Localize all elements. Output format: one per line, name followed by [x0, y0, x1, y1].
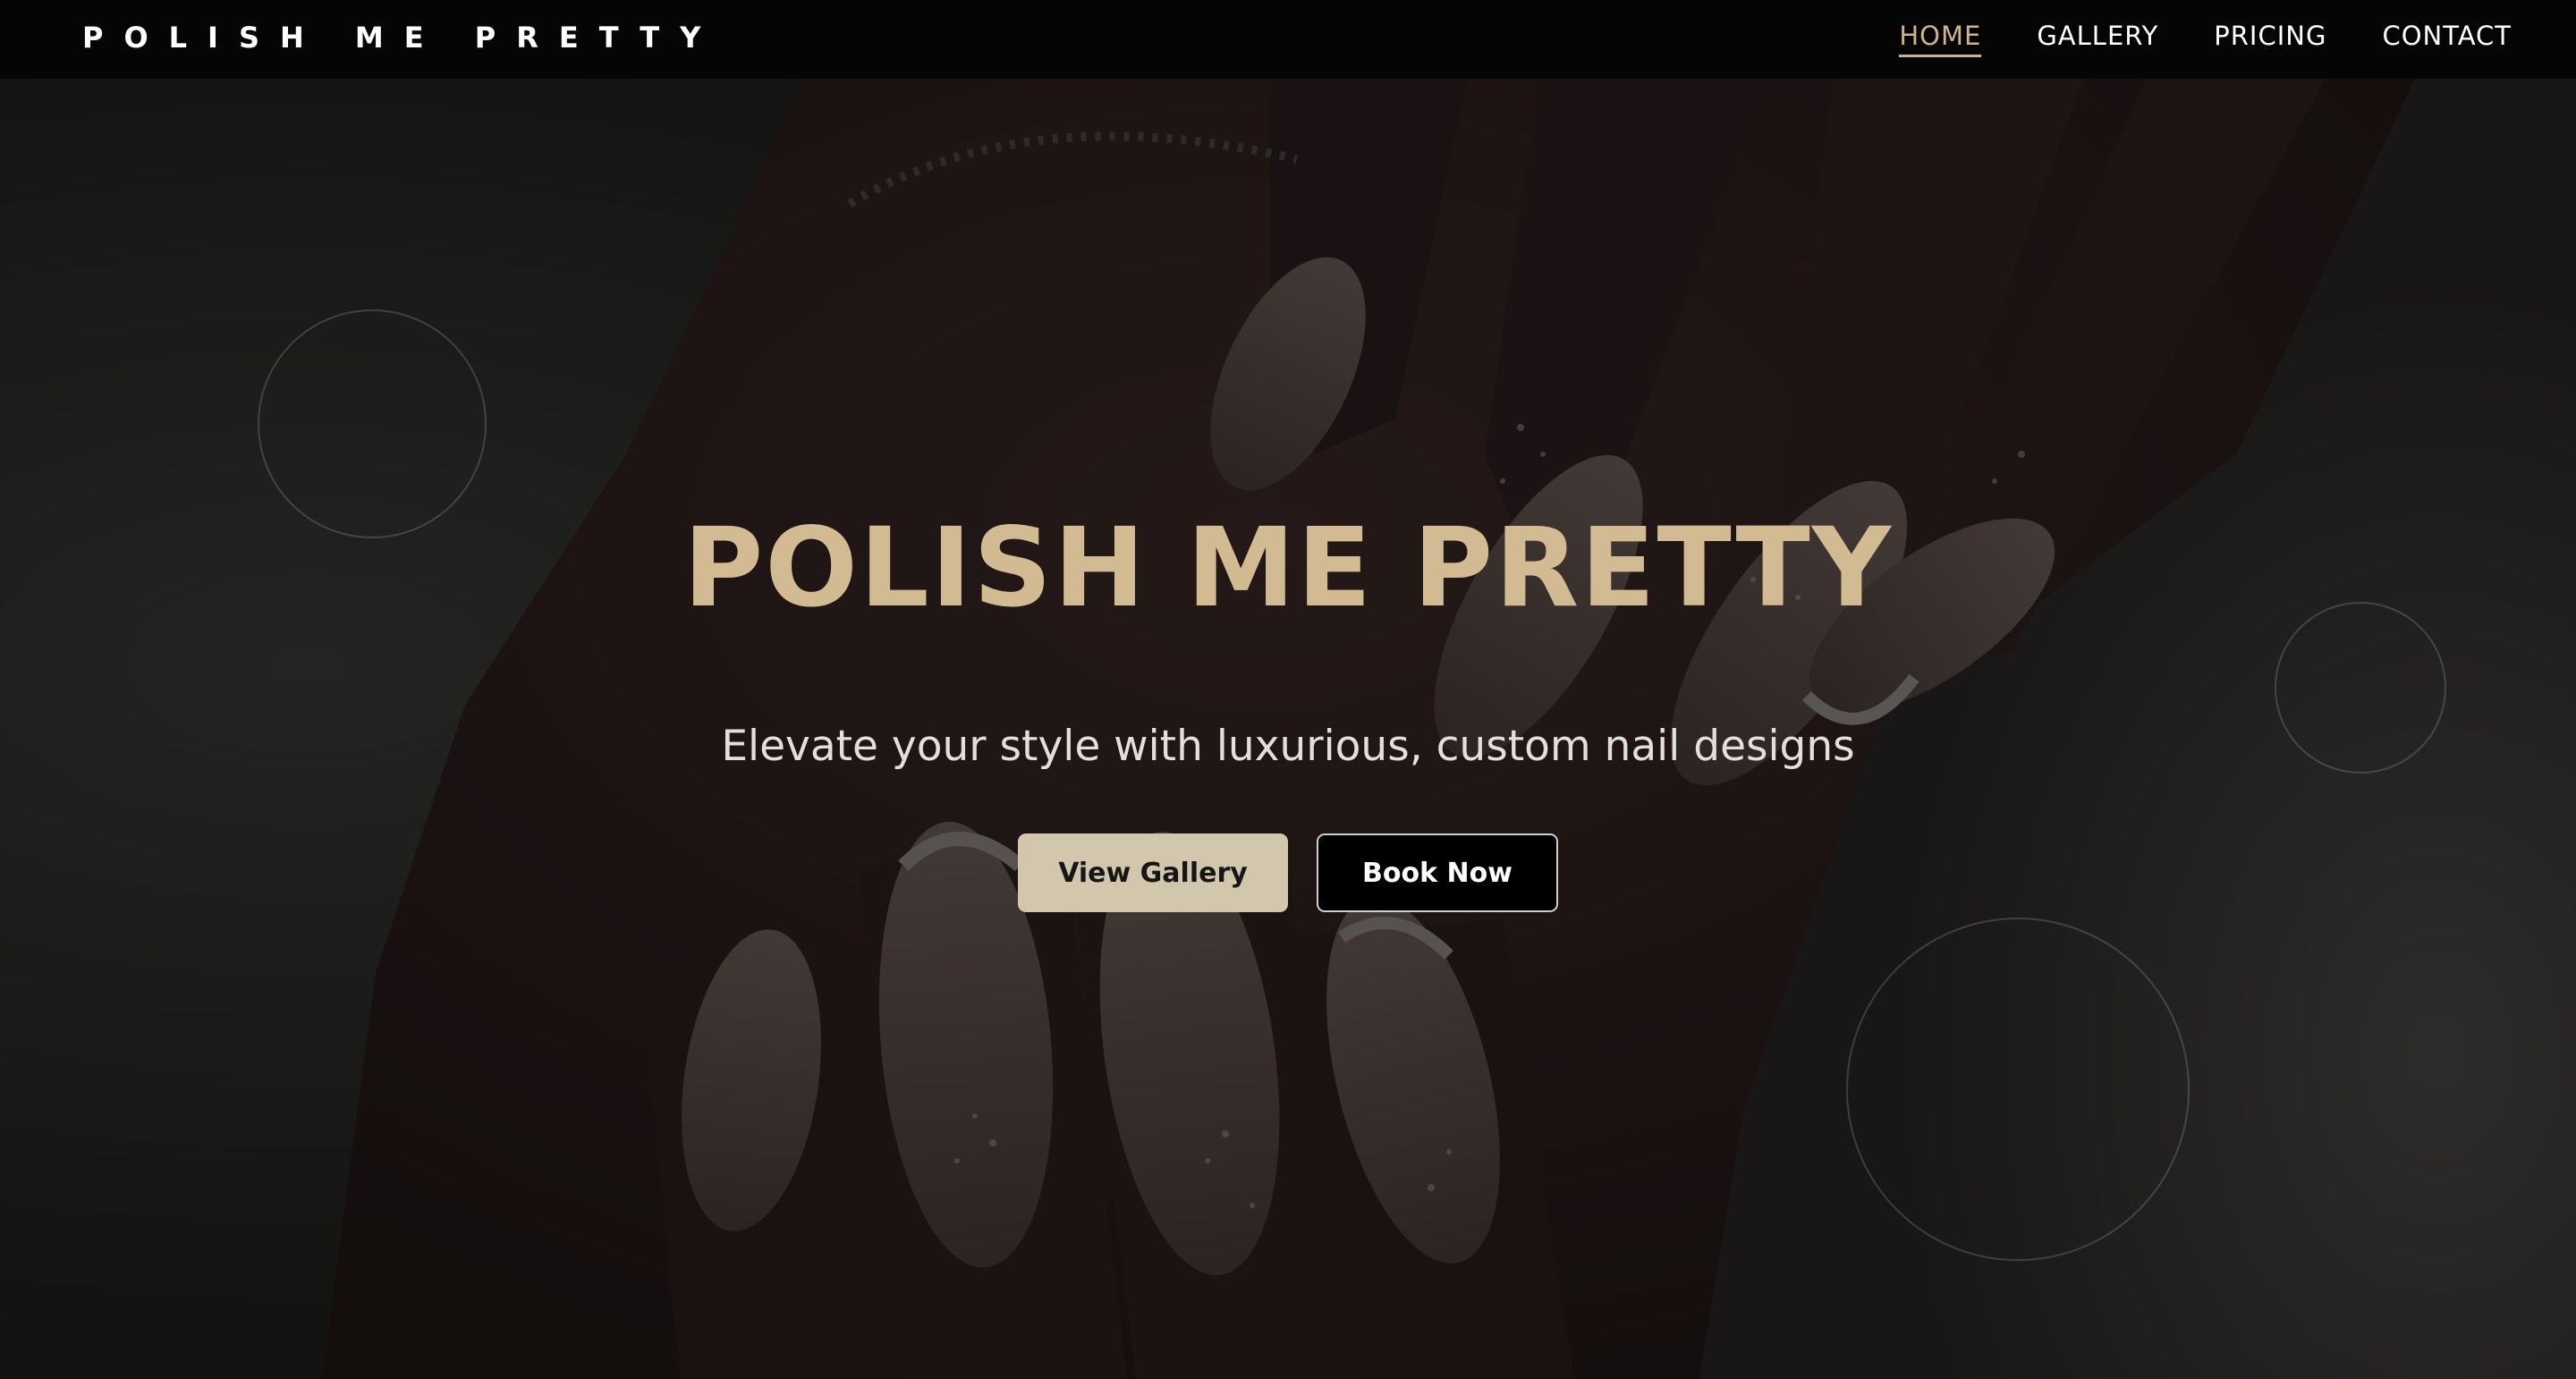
main-nav: HOME GALLERY PRICING CONTACT [1899, 18, 2512, 57]
brand-logo[interactable]: POLISH ME PRETTY [82, 20, 721, 55]
book-now-button[interactable]: Book Now [1317, 833, 1558, 912]
nav-link-contact[interactable]: CONTACT [2382, 18, 2512, 57]
landing-page: POLISH ME PRETTY HOME GALLERY PRICING CO… [0, 0, 2576, 1379]
top-navbar: POLISH ME PRETTY HOME GALLERY PRICING CO… [0, 0, 2576, 79]
nav-link-gallery[interactable]: GALLERY [2037, 18, 2158, 57]
hero-title: POLISH ME PRETTY [682, 504, 1894, 631]
view-gallery-button[interactable]: View Gallery [1018, 833, 1288, 912]
hero-subtitle: Elevate your style with luxurious, custo… [721, 722, 1855, 771]
nav-link-home[interactable]: HOME [1899, 18, 1982, 57]
decorative-circle [1846, 918, 2190, 1261]
nav-link-pricing[interactable]: PRICING [2214, 18, 2326, 57]
hero-actions: View Gallery Book Now [0, 833, 2576, 912]
